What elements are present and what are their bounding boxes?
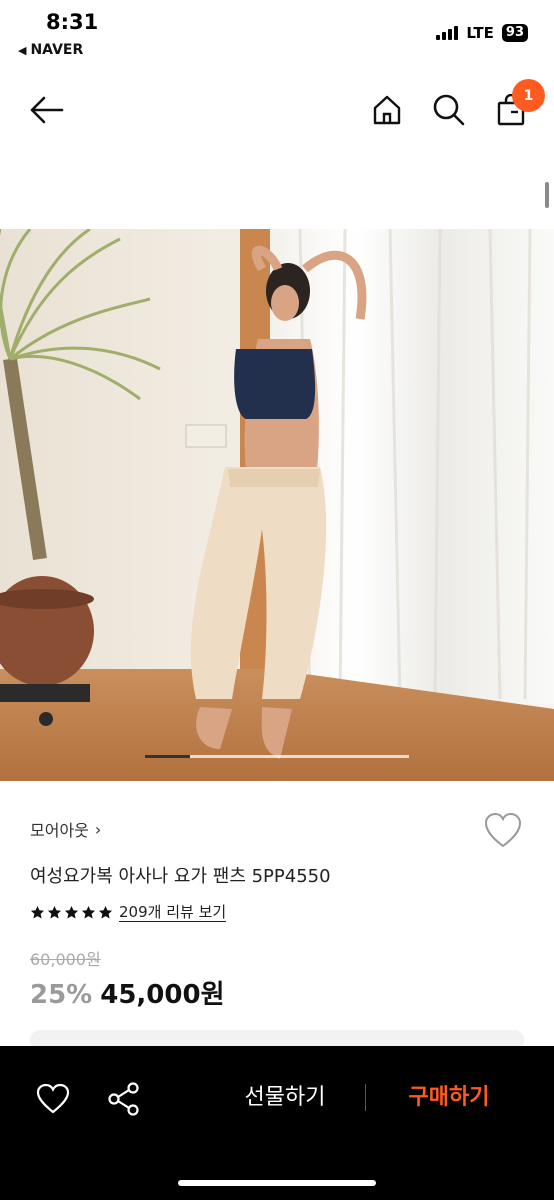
scroll-indicator — [545, 182, 549, 208]
discount-rate: 25% — [30, 980, 93, 1010]
product-image-carousel[interactable] — [0, 229, 554, 781]
nav-bar: 1 — [0, 78, 554, 142]
signal-icon — [436, 26, 459, 40]
star-icon — [30, 905, 45, 919]
home-button[interactable] — [365, 88, 409, 132]
search-icon — [433, 94, 465, 126]
status-bar: 8:31 ◀ NAVER LTE 93 — [0, 0, 554, 70]
cart-button[interactable]: 1 — [489, 79, 545, 132]
back-arrow-icon — [30, 96, 64, 124]
heart-outline-icon — [36, 1083, 70, 1114]
back-button[interactable] — [25, 88, 69, 132]
status-time: 8:31 — [46, 10, 99, 34]
back-app-label: NAVER — [30, 42, 84, 58]
back-to-app-link[interactable]: ◀ NAVER — [18, 42, 83, 58]
heart-outline-icon — [484, 812, 522, 848]
star-icon — [81, 905, 96, 919]
star-icon — [98, 905, 113, 919]
status-indicators: LTE 93 — [436, 24, 528, 42]
product-title: 여성요가복 아사나 요가 팬츠 5PP4550 — [30, 866, 331, 887]
share-icon — [108, 1082, 139, 1116]
buy-button[interactable]: 구매하기 — [389, 1081, 509, 1115]
wishlist-button[interactable] — [483, 811, 523, 851]
bottom-action-bar: 선물하기 구매하기 — [0, 1046, 554, 1200]
button-divider — [365, 1084, 366, 1111]
chevron-right-icon: › — [94, 819, 102, 839]
back-triangle-icon: ◀ — [18, 43, 27, 57]
brand-name: 모어아웃 — [30, 821, 89, 840]
home-indicator — [178, 1180, 376, 1186]
rating-stars — [30, 905, 113, 920]
rating-row: 209개 리뷰 보기 — [30, 903, 227, 922]
brand-link[interactable]: 모어아웃 › — [30, 817, 101, 841]
network-label: LTE — [466, 24, 494, 42]
search-button[interactable] — [427, 88, 471, 132]
share-button[interactable] — [103, 1078, 145, 1120]
star-icon — [47, 905, 62, 919]
like-button[interactable] — [32, 1078, 74, 1120]
product-photo — [0, 229, 554, 781]
carousel-progress-fill — [145, 755, 190, 758]
carousel-progress-track — [145, 755, 409, 758]
cart-count-badge: 1 — [512, 79, 545, 112]
original-price: 60,000원 — [30, 950, 101, 969]
home-icon — [373, 95, 401, 125]
battery-icon: 93 — [501, 24, 528, 42]
price-row: 25% 45,000원 — [30, 974, 225, 1011]
review-link[interactable]: 209개 리뷰 보기 — [119, 903, 227, 922]
sale-price: 45,000원 — [100, 980, 225, 1010]
star-icon — [64, 905, 79, 919]
gift-button[interactable]: 선물하기 — [225, 1081, 345, 1115]
